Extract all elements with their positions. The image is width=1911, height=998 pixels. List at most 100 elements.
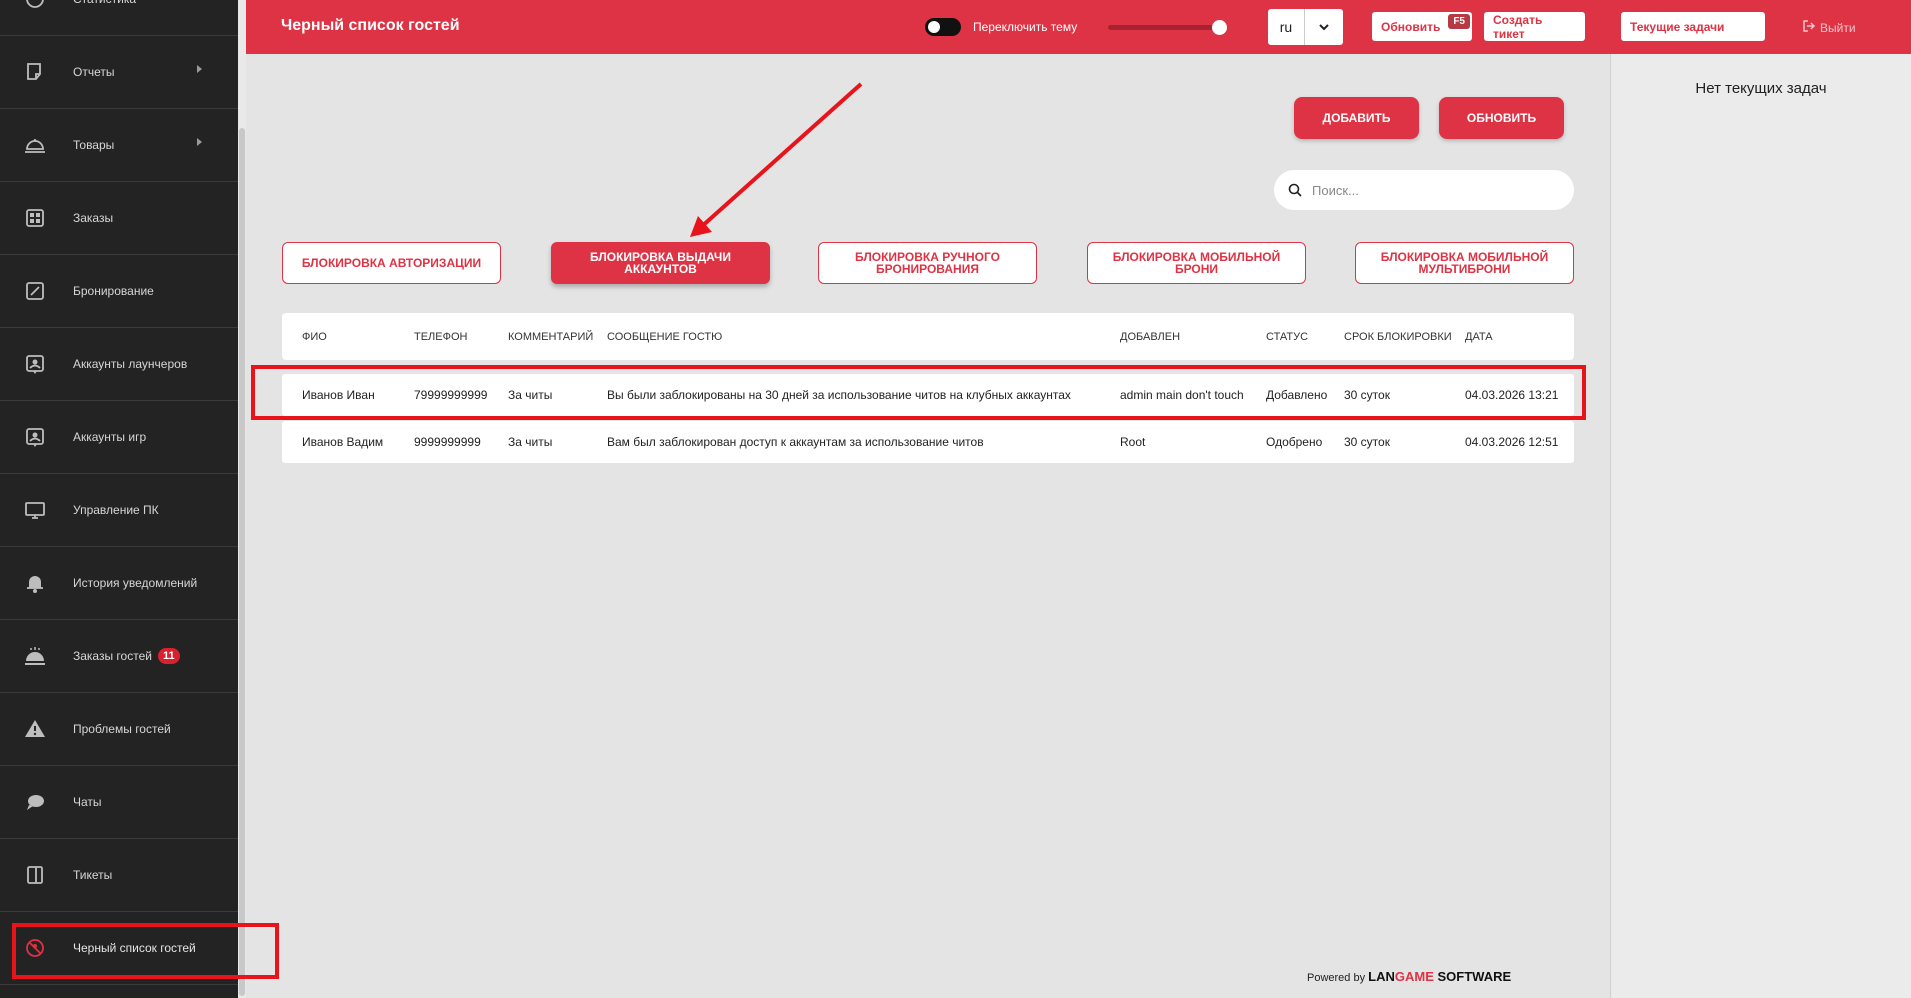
language-select[interactable]: ru <box>1268 9 1343 45</box>
sidebar-item-7[interactable]: Аккаунты игр <box>0 401 238 474</box>
bell-icon <box>23 571 47 595</box>
chart-pie-icon <box>23 0 47 11</box>
tab-block-type-1[interactable]: БЛОКИРОВКА АВТОРИЗАЦИИ <box>282 242 501 284</box>
orders-grid-icon <box>23 206 47 230</box>
tab-block-type-3[interactable]: БЛОКИРОВКА РУЧНОГО БРОНИРОВАНИЯ <box>818 242 1037 284</box>
sidebar-item-4[interactable]: Заказы <box>0 182 238 255</box>
current-tasks-panel: Нет текущих задач <box>1610 54 1911 998</box>
search-icon <box>1288 183 1302 197</box>
table-cell: Вам был заблокирован доступ к аккаунтам … <box>607 435 984 449</box>
monitor-icon <box>23 498 47 522</box>
sidebar-scrollbar-thumb[interactable] <box>239 128 245 996</box>
sidebar-item-9[interactable]: История уведомлений <box>0 547 238 620</box>
sidebar-item-6[interactable]: Аккаунты лаунчеров <box>0 328 238 401</box>
tab-block-type-5[interactable]: БЛОКИРОВКА МОБИЛЬНОЙ МУЛЬТИБРОНИ <box>1355 242 1574 284</box>
sidebar-item-13[interactable]: Тикеты <box>0 839 238 912</box>
chevron-right-icon <box>197 138 202 146</box>
logout-icon <box>1802 19 1816 36</box>
launcher-account-icon <box>23 352 47 376</box>
table-cell: 9999999999 <box>414 435 481 449</box>
ticket-icon <box>23 863 47 887</box>
table-cell: За читы <box>508 435 553 449</box>
sidebar-item-12[interactable]: Чаты <box>0 766 238 839</box>
sidebar-item-label: Товары <box>73 138 115 152</box>
sidebar-item-14[interactable]: Черный список гостей <box>0 912 238 985</box>
sidebar-item-2[interactable]: Отчеты <box>0 36 238 109</box>
table-cell: 30 суток <box>1344 388 1390 402</box>
sidebar-item-label: Заказы <box>73 211 114 225</box>
table-cell: 04.03.2026 13:21 <box>1465 388 1559 402</box>
table-cell: 04.03.2026 12:51 <box>1465 435 1559 449</box>
sidebar-item-label: Аккаунты игр <box>73 430 147 444</box>
no-tasks-text: Нет текущих задач <box>1695 80 1827 97</box>
sidebar-item-8[interactable]: Управление ПК <box>0 474 238 547</box>
page-title: Черный список гостей <box>281 17 460 34</box>
sidebar-scrollbar[interactable] <box>238 0 246 998</box>
table-cell: Вы были заблокированы на 30 дней за испо… <box>607 388 1071 402</box>
brightness-slider-handle[interactable] <box>1212 20 1227 35</box>
sidebar-item-1[interactable]: Статистика <box>0 0 238 36</box>
blacklist-icon <box>23 936 47 960</box>
chevron-right-icon <box>197 65 202 73</box>
theme-toggle[interactable] <box>925 18 961 36</box>
search-box[interactable] <box>1274 170 1574 210</box>
brand-software: SOFTWARE <box>1433 969 1512 984</box>
sidebar-item-10[interactable]: Заказы гостей 11 <box>0 620 238 693</box>
header-refresh-button[interactable]: Обновить F5 <box>1372 12 1472 41</box>
table-row[interactable]: Иванов Вадим 9999999999 За читы Вам был заб… <box>282 421 1574 463</box>
cloche-icon <box>23 133 47 157</box>
table-cell: Иванов Вадим <box>302 435 384 449</box>
sidebar-item-5[interactable]: Бронирование <box>0 255 238 328</box>
table-cell: За читы <box>508 388 553 402</box>
chat-icon <box>23 790 47 814</box>
sidebar-item-label: Проблемы гостей <box>73 722 171 736</box>
booking-icon <box>23 279 47 303</box>
tab-block-type-4[interactable]: БЛОКИРОВКА МОБИЛЬНОЙ БРОНИ <box>1087 242 1306 284</box>
sidebar-item-label: Аккаунты лаунчеров <box>73 357 188 371</box>
warning-icon <box>23 717 47 741</box>
sidebar-item-label: Статистика <box>73 0 136 6</box>
sidebar-item-label: Управление ПК <box>73 503 159 517</box>
table-cell: 79999999999 <box>414 388 488 402</box>
sidebar: Статистика Отчеты Товары Заказы Бронирование… <box>0 0 238 998</box>
sidebar-item-3[interactable]: Товары <box>0 109 238 182</box>
footer-powered-by: Powered by LANGAME SOFTWARE <box>1307 969 1511 984</box>
refresh-list-button[interactable]: ОБНОВИТЬ <box>1439 97 1564 139</box>
powered-by-text: Powered by <box>1307 972 1366 984</box>
sidebar-item-11[interactable]: Проблемы гостей <box>0 693 238 766</box>
current-tasks-button[interactable]: Текущие задачи <box>1621 12 1765 41</box>
table-cell: admin main don't touch <box>1120 388 1244 402</box>
sidebar-item-label: Чаты <box>73 795 102 809</box>
add-button[interactable]: ДОБАВИТЬ <box>1294 97 1419 139</box>
table-cell: 30 суток <box>1344 435 1390 449</box>
column-header[interactable]: СРОК БЛОКИРОВКИ <box>1344 313 1452 360</box>
logout-label: Выйти <box>1820 20 1856 35</box>
report-icon <box>23 60 47 84</box>
sidebar-item-label: Тикеты <box>73 868 113 882</box>
sidebar-item-label: Отчеты <box>73 65 115 79</box>
column-header[interactable]: ДОБАВЛЕН <box>1120 313 1180 360</box>
column-header[interactable]: СООБЩЕНИЕ ГОСТЮ <box>607 313 722 360</box>
create-ticket-button[interactable]: Создать тикет <box>1484 12 1585 41</box>
unread-count-badge: 11 <box>157 648 180 664</box>
table-header: ФИО ТЕЛЕФОН КОММЕНТАРИЙ СООБЩЕНИЕ ГОСТЮ ДОБА… <box>282 313 1574 360</box>
table-cell: Добавлено <box>1266 388 1328 402</box>
brightness-slider-track[interactable] <box>1108 25 1223 30</box>
column-header[interactable]: ДАТА <box>1465 313 1493 360</box>
chevron-down-icon <box>1305 20 1343 34</box>
tab-block-type-2[interactable]: БЛОКИРОВКА ВЫДАЧИ АККАУНТОВ <box>551 242 770 284</box>
column-header[interactable]: СТАТУС <box>1266 313 1308 360</box>
column-header[interactable]: КОММЕНТАРИЙ <box>508 313 593 360</box>
language-value: ru <box>1268 9 1305 45</box>
guest-orders-icon <box>23 644 47 668</box>
table-cell: Root <box>1120 435 1146 449</box>
column-header[interactable]: ФИО <box>302 313 327 360</box>
brand-game: GAME <box>1394 969 1434 984</box>
header-refresh-label: Обновить <box>1381 19 1441 34</box>
column-header[interactable]: ТЕЛЕФОН <box>414 313 467 360</box>
sidebar-item-label: Бронирование <box>73 284 154 298</box>
game-account-icon <box>23 425 47 449</box>
search-input[interactable] <box>1310 181 1550 199</box>
table-row[interactable]: Иванов Иван 79999999999 За читы Вы были заб… <box>282 374 1574 416</box>
logout-button[interactable]: Выйти <box>1802 19 1856 36</box>
